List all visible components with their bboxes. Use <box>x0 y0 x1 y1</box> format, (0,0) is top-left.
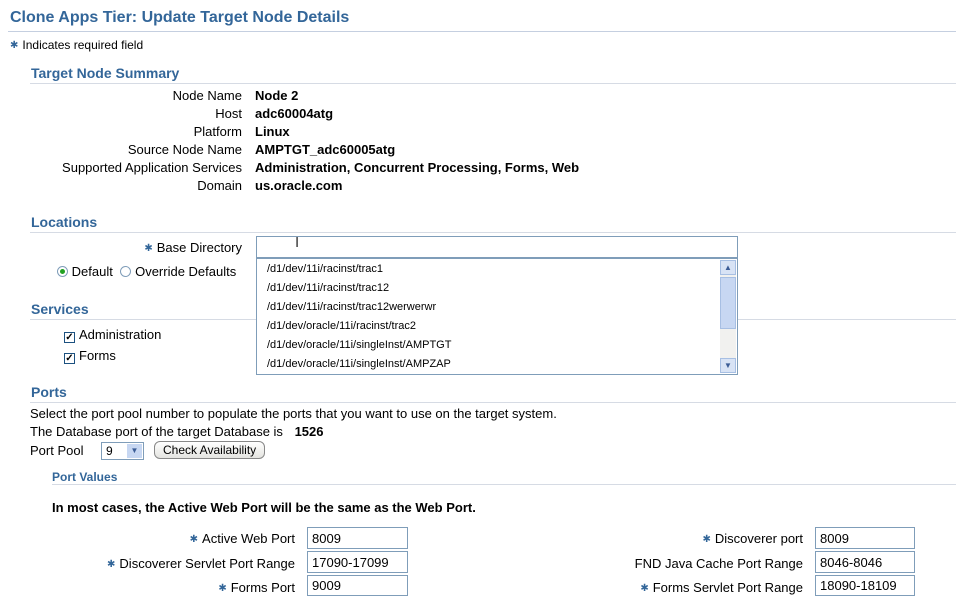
port-values-divider <box>52 484 956 485</box>
db-port-line: The Database port of the target Database… <box>30 424 323 439</box>
platform-value: Linux <box>255 124 290 139</box>
forms-port-input[interactable] <box>307 575 408 596</box>
services-section-title: Services <box>31 301 89 317</box>
services-supported-value: Administration, Concurrent Processing, F… <box>255 160 580 175</box>
domain-label: Domain <box>197 178 242 193</box>
base-directory-suggestions[interactable]: /d1/dev/11i/racinst/trac1 /d1/dev/11i/ra… <box>256 258 738 375</box>
suggestion-item[interactable]: /d1/dev/11i/racinst/trac12 <box>267 282 389 294</box>
port-pool-value: 9 <box>106 444 113 458</box>
check-availability-button[interactable]: Check Availability <box>154 441 266 459</box>
discoverer-servlet-range-label: ✱ Discoverer Servlet Port Range <box>107 556 295 571</box>
forms-servlet-range-label: ✱ Forms Servlet Port Range <box>640 580 803 595</box>
summary-divider <box>30 83 956 84</box>
summary-section-title: Target Node Summary <box>31 65 180 81</box>
discoverer-port-label: ✱ Discoverer port <box>702 531 803 546</box>
services-supported-label: Supported Application Services <box>62 160 242 175</box>
checkbox-checked-icon[interactable]: ✓ <box>64 332 75 343</box>
scroll-up-icon[interactable]: ▲ <box>720 260 736 275</box>
required-star-icon: ✱ <box>702 534 711 545</box>
host-label: Host <box>215 106 242 121</box>
scroll-down-icon[interactable]: ▼ <box>720 358 736 373</box>
node-name-value: Node 2 <box>255 88 299 103</box>
radio-default[interactable] <box>57 266 68 277</box>
port-pool-select[interactable]: 9 ▼ <box>101 442 144 460</box>
fnd-java-cache-range-input[interactable] <box>815 551 915 573</box>
required-note-text: Indicates required field <box>22 38 144 52</box>
title-divider <box>8 31 956 32</box>
host-value: adc60004atg <box>255 106 334 121</box>
source-node-label: Source Node Name <box>127 142 242 157</box>
checkbox-checked-icon[interactable]: ✓ <box>64 353 75 364</box>
port-note: In most cases, the Active Web Port will … <box>52 500 476 515</box>
radio-default-label[interactable]: Default <box>72 264 113 279</box>
radio-override-label[interactable]: Override Defaults <box>135 264 236 279</box>
suggestion-item[interactable]: /d1/dev/oracle/11i/singleInst/AMPTGT <box>267 339 451 351</box>
domain-value: us.oracle.com <box>255 178 343 193</box>
discoverer-port-input[interactable] <box>815 527 915 549</box>
services-divider-right <box>738 319 956 320</box>
locations-section-title: Locations <box>31 214 98 230</box>
service-administration-label: Administration <box>79 327 162 342</box>
service-forms-label: Forms <box>79 348 116 363</box>
service-forms[interactable]: ✓ Forms <box>64 348 116 364</box>
platform-label: Platform <box>193 124 242 139</box>
base-directory-input[interactable] <box>256 236 738 258</box>
chevron-down-icon[interactable]: ▼ <box>127 444 142 458</box>
required-star-icon: ✱ <box>107 559 116 570</box>
services-divider <box>30 319 256 320</box>
forms-port-label: ✱ Forms Port <box>218 580 295 595</box>
page-title: Clone Apps Tier: Update Target Node Deta… <box>10 9 350 26</box>
port-values-title: Port Values <box>52 470 118 484</box>
db-port-value: 1526 <box>294 424 324 439</box>
text-cursor-icon: I <box>295 234 300 251</box>
location-mode-radios: Default Override Defaults <box>57 264 236 279</box>
active-web-port-input[interactable] <box>307 527 408 549</box>
base-directory-label-text: Base Directory <box>156 240 242 255</box>
locations-divider <box>30 232 956 233</box>
base-directory-label: ✱ Base Directory <box>30 240 242 255</box>
ports-divider <box>30 402 956 403</box>
suggestion-item[interactable]: /d1/dev/oracle/11i/racinst/trac2 <box>267 320 416 332</box>
scroll-thumb[interactable] <box>720 277 736 329</box>
suggestion-item[interactable]: /d1/dev/11i/racinst/trac12werwerwr <box>267 301 436 313</box>
db-port-label: The Database port of the target Database… <box>30 424 283 439</box>
required-star-icon: ✱ <box>640 583 649 594</box>
active-web-port-label: ✱ Active Web Port <box>189 531 295 546</box>
suggestion-item[interactable]: /d1/dev/11i/racinst/trac1 <box>267 263 383 275</box>
required-star-icon: ✱ <box>144 243 153 254</box>
required-star-icon: ✱ <box>218 583 227 594</box>
ports-section-title: Ports <box>31 384 67 400</box>
service-administration[interactable]: ✓ Administration <box>64 327 161 343</box>
node-name-label: Node Name <box>172 88 242 103</box>
radio-override-defaults[interactable] <box>120 266 132 277</box>
discoverer-servlet-range-input[interactable] <box>307 551 408 573</box>
required-note: ✱ Indicates required field <box>10 38 143 52</box>
source-node-value: AMPTGT_adc60005atg <box>255 142 396 157</box>
suggestion-item[interactable]: /d1/dev/oracle/11i/singleInst/AMPZAP <box>267 358 451 370</box>
suggestions-scrollbar[interactable]: ▲ ▼ <box>720 260 736 373</box>
ports-instruction: Select the port pool number to populate … <box>30 406 557 421</box>
forms-servlet-range-input[interactable] <box>815 575 915 596</box>
required-star-icon: ✱ <box>10 40 19 51</box>
required-star-icon: ✱ <box>189 534 199 545</box>
fnd-java-cache-range-label: FND Java Cache Port Range <box>634 556 803 571</box>
port-pool-label: Port Pool <box>30 443 84 458</box>
